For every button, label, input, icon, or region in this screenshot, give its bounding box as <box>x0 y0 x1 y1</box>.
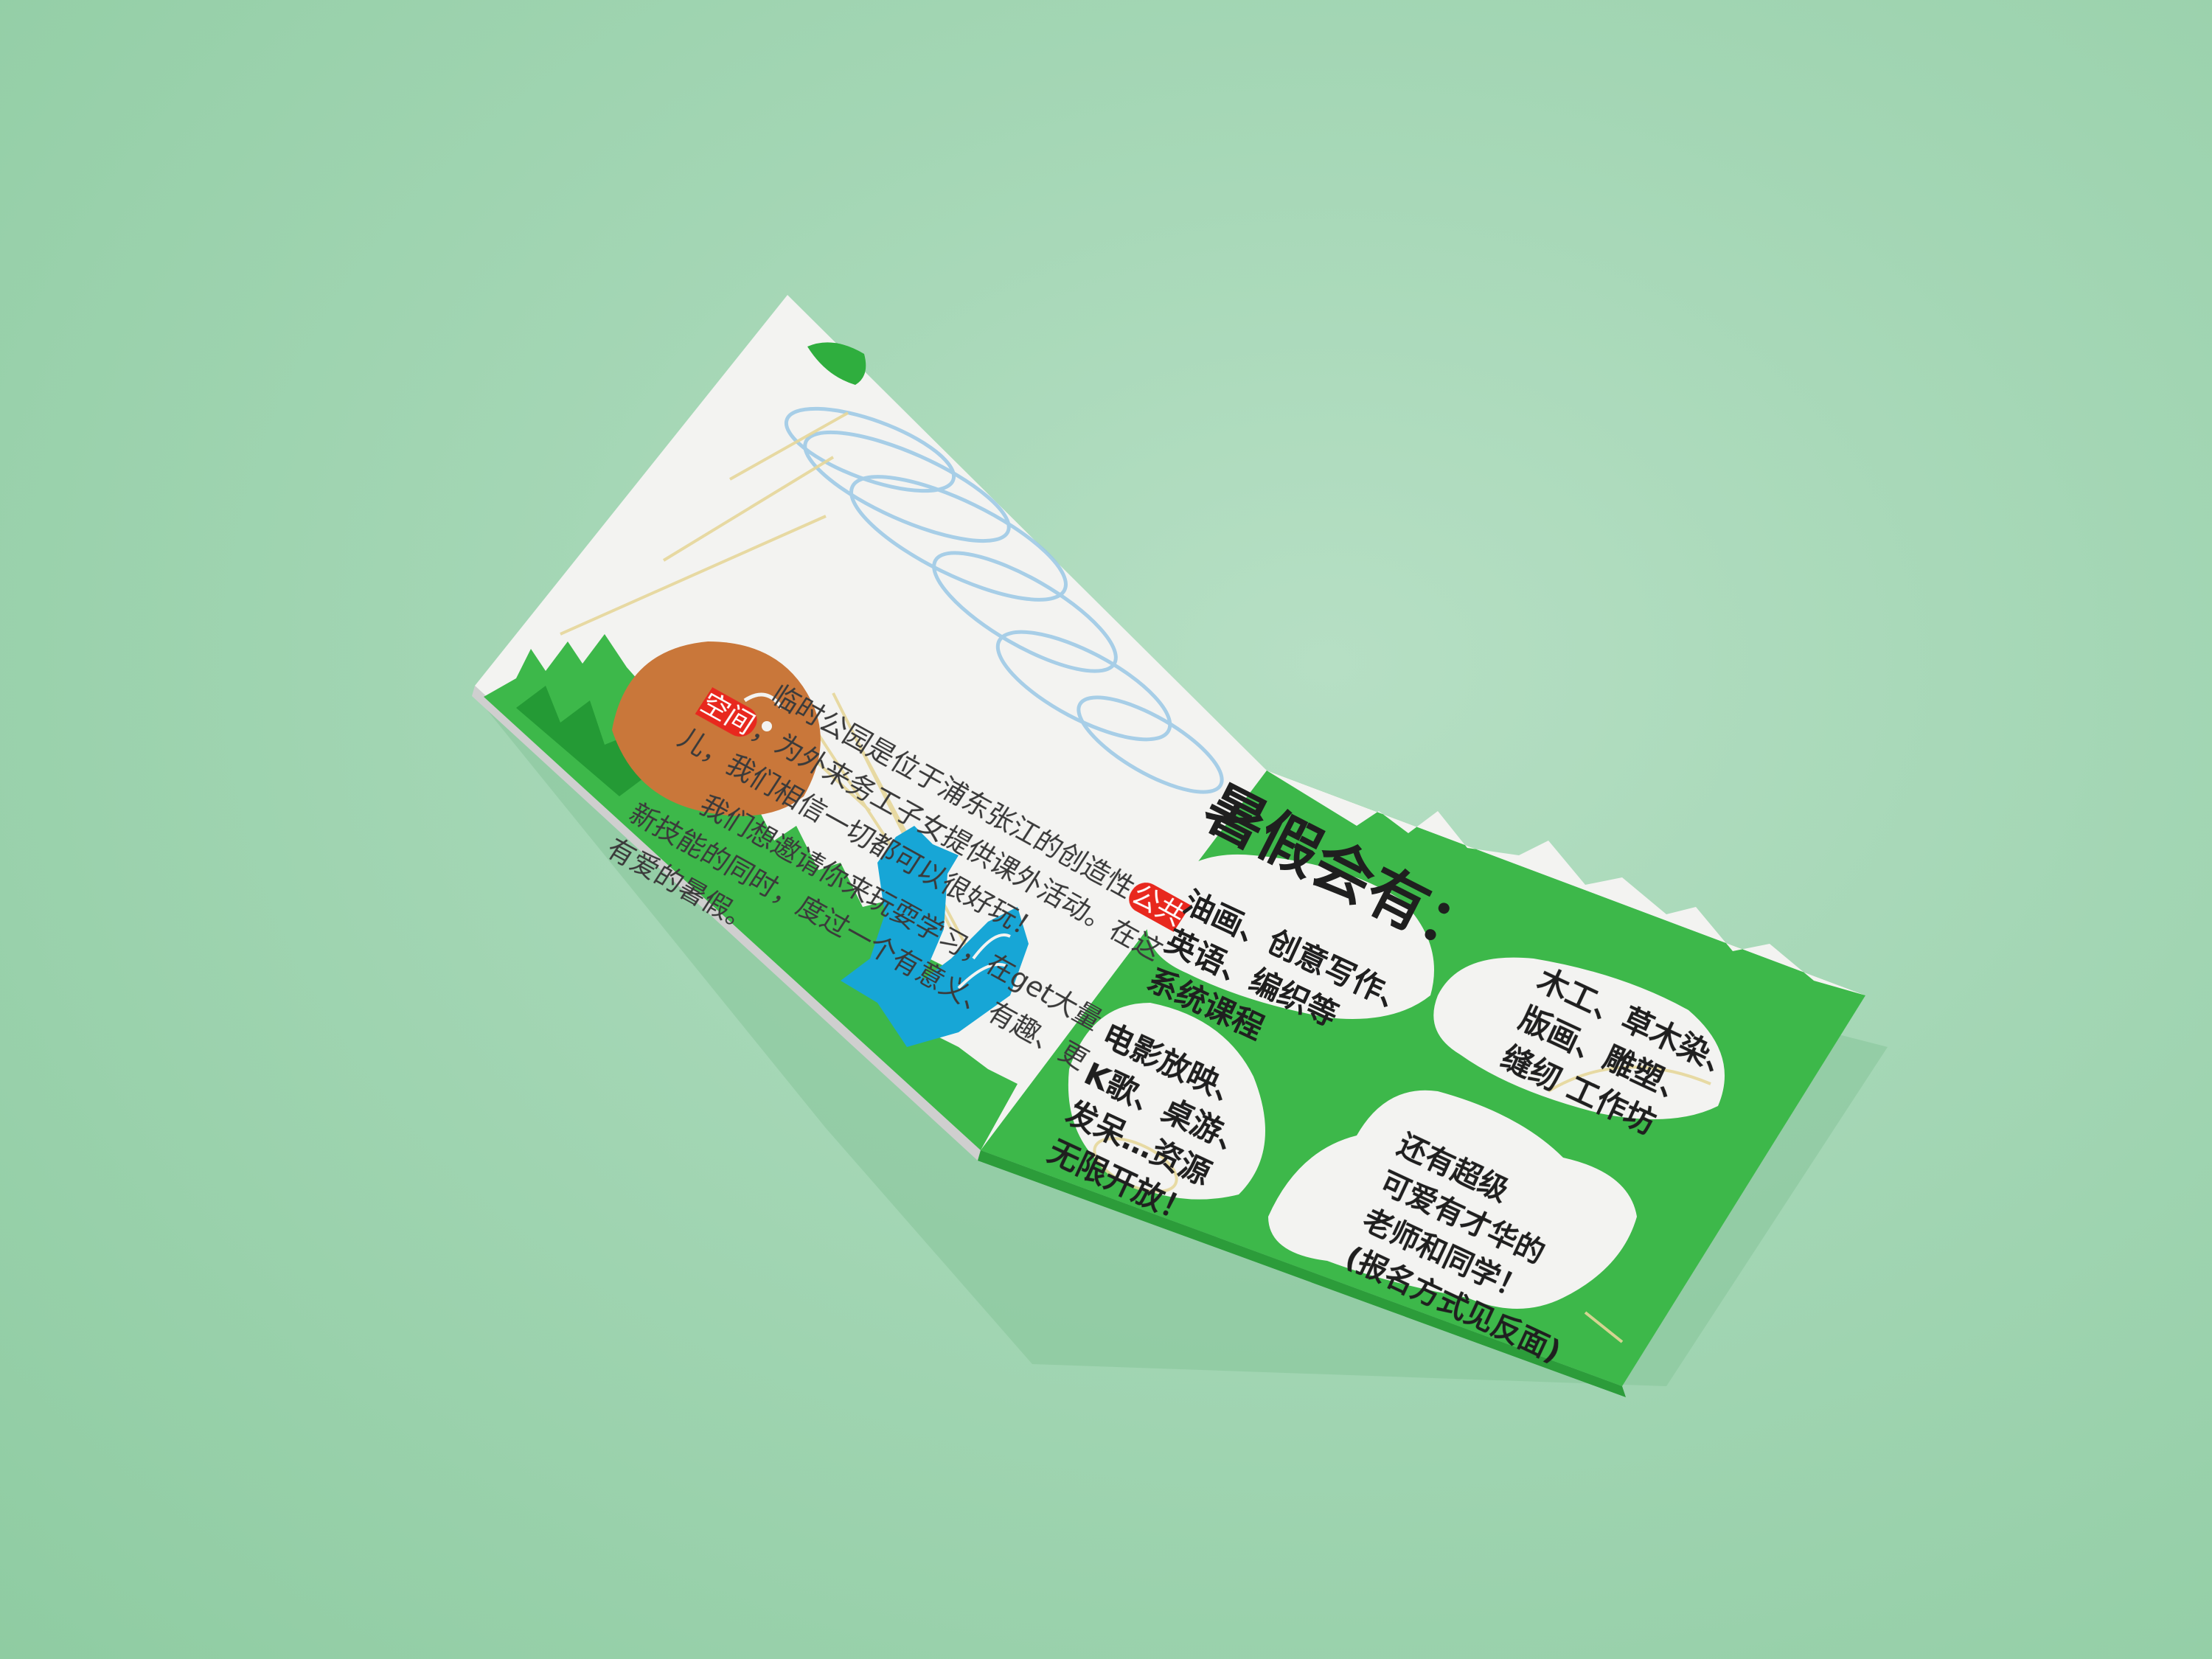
brochure-scene <box>472 295 1888 1397</box>
